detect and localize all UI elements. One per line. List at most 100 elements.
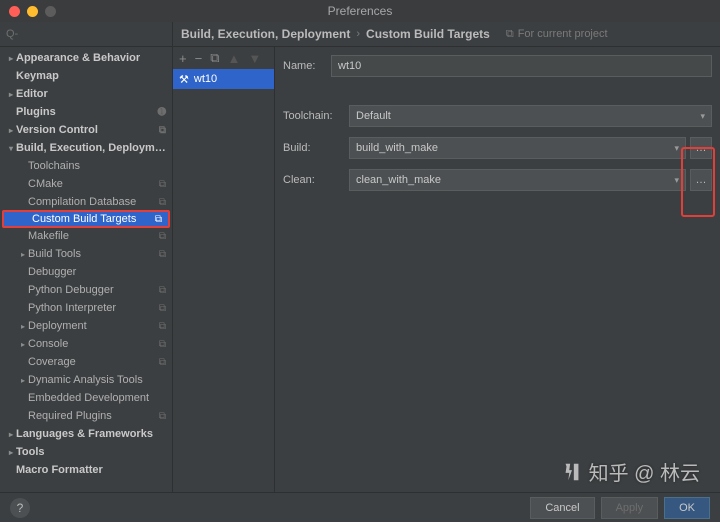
preferences-tree: ▸Appearance & BehaviorKeymap▸EditorPlugi… bbox=[0, 47, 172, 492]
scope-icon: ⧉ bbox=[159, 411, 166, 422]
tree-item-label: Keymap bbox=[16, 70, 166, 82]
toolchain-label: Toolchain: bbox=[283, 110, 349, 122]
scope-label: For current project bbox=[518, 28, 608, 40]
chevron-icon: ▸ bbox=[18, 340, 28, 349]
scope-icon: ⧉ bbox=[159, 285, 166, 296]
clean-label: Clean: bbox=[283, 174, 349, 186]
tree-item[interactable]: Makefile⧉ bbox=[0, 227, 172, 245]
target-name: wt10 bbox=[194, 73, 217, 85]
tree-item[interactable]: ▸Build Tools⧉ bbox=[0, 245, 172, 263]
clean-value: clean_with_make bbox=[356, 174, 441, 186]
add-button[interactable]: + bbox=[179, 51, 187, 66]
tree-item-label: Appearance & Behavior bbox=[16, 52, 166, 64]
tree-item[interactable]: CMake⧉ bbox=[0, 175, 172, 193]
tree-item[interactable]: Toolchains bbox=[0, 157, 172, 175]
breadcrumb: Build, Execution, Deployment › Custom Bu… bbox=[173, 22, 720, 47]
tree-item-label: Editor bbox=[16, 88, 166, 100]
tree-item[interactable]: Debugger bbox=[0, 263, 172, 281]
target-form: Name: Toolchain: Default Build: build_wi… bbox=[275, 47, 720, 492]
tree-item[interactable]: ▸Editor bbox=[0, 85, 172, 103]
tree-item[interactable]: Custom Build Targets⧉ bbox=[2, 210, 170, 228]
scope-icon: ⧉ bbox=[159, 339, 166, 350]
chevron-icon: ▸ bbox=[6, 90, 16, 99]
scope-icon: ⧉ bbox=[159, 249, 166, 260]
tree-item[interactable]: ▾Build, Execution, Deployment bbox=[0, 139, 172, 157]
tree-item[interactable]: Keymap bbox=[0, 67, 172, 85]
tree-item[interactable]: Required Plugins⧉ bbox=[0, 407, 172, 425]
traffic-lights bbox=[0, 6, 56, 17]
scope-icon: ➊ bbox=[158, 107, 166, 118]
tree-item-label: Console bbox=[28, 338, 159, 350]
scope-icon: ⧉ bbox=[159, 197, 166, 208]
chevron-icon: ▸ bbox=[6, 448, 16, 457]
chevron-icon: ▸ bbox=[18, 376, 28, 385]
tree-item-label: Python Debugger bbox=[28, 284, 159, 296]
tree-item[interactable]: Plugins➊ bbox=[0, 103, 172, 121]
tree-item-label: Macro Formatter bbox=[16, 464, 166, 476]
tree-item[interactable]: ▸Version Control⧉ bbox=[0, 121, 172, 139]
tree-item-label: Debugger bbox=[28, 266, 166, 278]
annotation-highlight-box bbox=[681, 147, 715, 217]
tree-item-label: Custom Build Targets bbox=[32, 213, 155, 225]
cancel-button[interactable]: Cancel bbox=[530, 497, 594, 519]
toolchain-value: Default bbox=[356, 110, 391, 122]
tree-item-label: Embedded Development bbox=[28, 392, 166, 404]
scope-icon: ⧉ bbox=[159, 231, 166, 242]
tree-item-label: Coverage bbox=[28, 356, 159, 368]
tree-item[interactable]: ▸Tools bbox=[0, 443, 172, 461]
dialog-footer: ? Cancel Apply OK bbox=[0, 492, 720, 522]
tree-item-label: Languages & Frameworks bbox=[16, 428, 166, 440]
scope-icon: ⧉ bbox=[155, 214, 162, 225]
help-button[interactable]: ? bbox=[10, 498, 30, 518]
move-up-button[interactable]: ▲ bbox=[227, 51, 240, 66]
scope-tag: ⧉ For current project bbox=[506, 28, 608, 41]
ok-button[interactable]: OK bbox=[664, 497, 710, 519]
tree-item[interactable]: ▸Languages & Frameworks bbox=[0, 425, 172, 443]
build-select[interactable]: build_with_make bbox=[349, 137, 686, 159]
name-label: Name: bbox=[283, 60, 331, 72]
tree-item[interactable]: Python Interpreter⧉ bbox=[0, 299, 172, 317]
tree-item[interactable]: ▸Deployment⧉ bbox=[0, 317, 172, 335]
targets-list-column: + − ⧉ ▲ ▼ ⚒ wt10 bbox=[173, 47, 275, 492]
clean-select[interactable]: clean_with_make bbox=[349, 169, 686, 191]
tree-item[interactable]: Compilation Database⧉ bbox=[0, 193, 172, 211]
tree-item-label: Deployment bbox=[28, 320, 159, 332]
tree-item[interactable]: Macro Formatter bbox=[0, 461, 172, 479]
tree-item-label: CMake bbox=[28, 178, 159, 190]
toolchain-select[interactable]: Default bbox=[349, 105, 712, 127]
apply-button[interactable]: Apply bbox=[601, 497, 659, 519]
target-list-item[interactable]: ⚒ wt10 bbox=[173, 69, 274, 89]
scope-icon: ⧉ bbox=[159, 125, 166, 136]
chevron-icon: ▾ bbox=[6, 144, 16, 153]
copy-button[interactable]: ⧉ bbox=[210, 50, 219, 66]
tree-item[interactable]: Coverage⧉ bbox=[0, 353, 172, 371]
tree-item[interactable]: ▸Appearance & Behavior bbox=[0, 49, 172, 67]
tree-item[interactable]: ▸Dynamic Analysis Tools bbox=[0, 371, 172, 389]
tree-item[interactable]: Python Debugger⧉ bbox=[0, 281, 172, 299]
tree-item-label: Build Tools bbox=[28, 248, 159, 260]
chevron-icon: ▸ bbox=[6, 126, 16, 135]
chevron-icon: ▸ bbox=[6, 430, 16, 439]
window-minimize-button[interactable] bbox=[27, 6, 38, 17]
remove-button[interactable]: − bbox=[195, 51, 203, 66]
name-input[interactable] bbox=[331, 55, 712, 77]
window-maximize-button[interactable] bbox=[45, 6, 56, 17]
tree-item-label: Dynamic Analysis Tools bbox=[28, 374, 166, 386]
project-icon: ⧉ bbox=[506, 28, 514, 41]
tree-item-label: Required Plugins bbox=[28, 410, 159, 422]
chevron-right-icon: › bbox=[356, 28, 360, 40]
build-label: Build: bbox=[283, 142, 349, 154]
chevron-icon: ▸ bbox=[18, 322, 28, 331]
tree-item[interactable]: ▸Console⧉ bbox=[0, 335, 172, 353]
scope-icon: ⧉ bbox=[159, 303, 166, 314]
window-close-button[interactable] bbox=[9, 6, 20, 17]
window-title: Preferences bbox=[328, 4, 393, 18]
search-input[interactable] bbox=[6, 28, 166, 40]
tree-item-label: Plugins bbox=[16, 106, 158, 118]
move-down-button[interactable]: ▼ bbox=[248, 51, 261, 66]
build-value: build_with_make bbox=[356, 142, 438, 154]
tree-item[interactable]: Embedded Development bbox=[0, 389, 172, 407]
breadcrumb-item[interactable]: Build, Execution, Deployment bbox=[181, 27, 350, 41]
breadcrumb-item: Custom Build Targets bbox=[366, 27, 490, 41]
tree-item-label: Build, Execution, Deployment bbox=[16, 142, 166, 154]
